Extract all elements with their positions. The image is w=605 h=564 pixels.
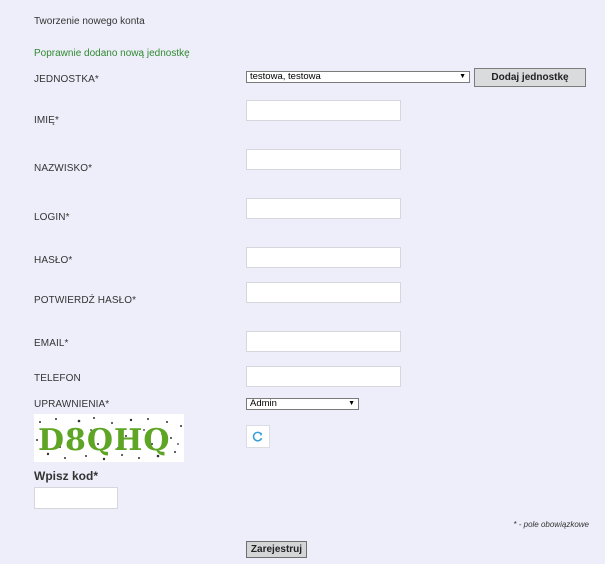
permissions-select[interactable]: Admin ▼ [246, 398, 359, 410]
success-message: Poprawnie dodano nową jednostkę [34, 48, 190, 59]
refresh-captcha-button[interactable] [246, 425, 270, 448]
confirm-password-label: POTWIERDŹ HASŁO* [34, 295, 137, 306]
permissions-label: UPRAWNIENIA* [34, 399, 110, 410]
captcha-image: D8QHQ [34, 414, 184, 462]
last-name-label: NAZWISKO* [34, 163, 93, 174]
unit-select-value: testowa, testowa [250, 71, 321, 82]
register-button[interactable]: Zarejestruj [246, 541, 307, 558]
first-name-input[interactable] [246, 100, 401, 121]
confirm-password-input[interactable] [246, 282, 401, 303]
password-label: HASŁO* [34, 255, 73, 266]
caret-down-icon: ▼ [459, 73, 466, 80]
login-input[interactable] [246, 198, 401, 219]
add-unit-button[interactable]: Dodaj jednostkę [474, 68, 586, 87]
phone-label: TELEFON [34, 373, 81, 384]
permissions-select-value: Admin [250, 398, 277, 409]
required-fields-note: * - pole obowiązkowe [513, 520, 589, 529]
last-name-input[interactable] [246, 149, 401, 170]
unit-select[interactable]: testowa, testowa ▼ [246, 71, 470, 83]
captcha-code-label: Wpisz kod* [34, 469, 99, 483]
password-input[interactable] [246, 247, 401, 268]
phone-input[interactable] [246, 366, 401, 387]
captcha-text: D8QHQ [38, 423, 171, 458]
page-title: Tworzenie nowego konta [34, 16, 145, 27]
email-label: EMAIL* [34, 338, 69, 349]
login-label: LOGIN* [34, 212, 70, 223]
caret-down-icon: ▼ [348, 400, 355, 407]
captcha-code-input[interactable] [34, 487, 118, 509]
unit-label: JEDNOSTKA* [34, 74, 99, 85]
refresh-icon [252, 431, 263, 442]
first-name-label: IMIĘ* [34, 115, 59, 126]
email-input[interactable] [246, 331, 401, 352]
